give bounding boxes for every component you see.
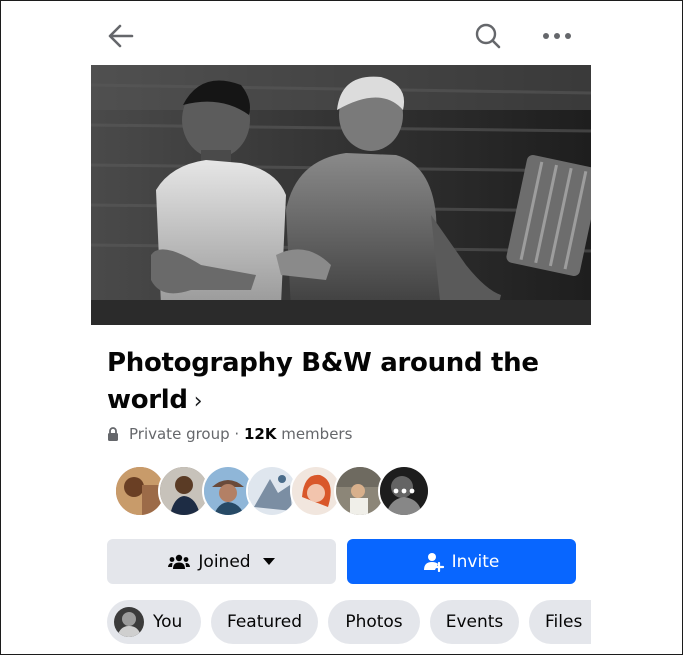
lock-icon — [108, 427, 118, 441]
joined-label: Joined — [198, 551, 251, 572]
tab-label: Featured — [226, 612, 303, 632]
group-name-line2: world — [107, 385, 188, 415]
tab-files[interactable]: Files — [529, 600, 591, 644]
more-horizontal-icon — [543, 33, 571, 39]
group-name[interactable]: Photography B&W around the world › — [107, 345, 577, 420]
more-button[interactable] — [537, 16, 577, 56]
member-count: 12K — [243, 425, 277, 443]
chevron-right-icon: › — [193, 389, 203, 414]
group-members-icon — [168, 554, 191, 569]
tab-photos[interactable]: Photos — [328, 600, 420, 644]
joined-button[interactable]: Joined — [107, 539, 336, 584]
tab-you[interactable]: You — [107, 600, 201, 644]
caret-down-icon — [262, 557, 275, 565]
cover-photo-image — [91, 65, 591, 325]
arrow-left-icon — [108, 24, 134, 48]
tab-events[interactable]: Events — [430, 600, 519, 644]
tab-featured[interactable]: Featured — [211, 600, 318, 644]
group-title-block[interactable]: Photography B&W around the world › — [107, 345, 577, 420]
group-cover-photo[interactable] — [91, 65, 591, 325]
avatar-more[interactable] — [378, 465, 430, 517]
privacy-label: Private group — [129, 425, 230, 443]
avatar — [114, 607, 144, 637]
group-tabs: You Featured Photos Events Files — [107, 600, 591, 646]
tab-label: Photos — [345, 612, 403, 632]
back-button[interactable] — [101, 16, 141, 56]
top-bar — [91, 14, 591, 58]
meta-separator: · — [229, 425, 244, 443]
group-name-line1: Photography B&W around the — [107, 348, 539, 378]
search-button[interactable] — [468, 16, 508, 56]
more-horizontal-icon — [393, 488, 415, 494]
tab-label: Files — [545, 612, 583, 632]
tab-label: Events — [445, 612, 504, 632]
search-icon — [475, 23, 501, 49]
invite-label: Invite — [451, 551, 500, 572]
add-person-icon — [423, 552, 444, 572]
members-label: members — [276, 425, 353, 443]
group-meta: Private group · 12K members — [107, 425, 352, 443]
tab-label: You — [153, 612, 183, 632]
invite-button[interactable]: Invite — [347, 539, 576, 584]
